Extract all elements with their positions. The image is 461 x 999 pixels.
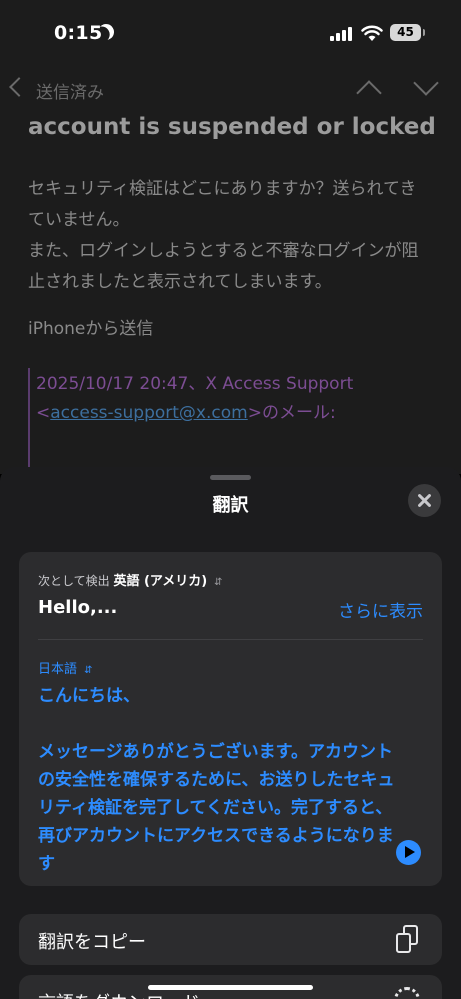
sheet-title: 翻訳 bbox=[212, 495, 249, 516]
detected-language: 英語 (アメリカ) bbox=[113, 574, 208, 589]
translation-sheet: 翻訳 次として検出 英語 (アメリカ) ⇵ Hello,... さらに表示 日本… bbox=[0, 467, 461, 999]
home-indicator[interactable] bbox=[148, 985, 313, 990]
battery-indicator: 45 bbox=[390, 24, 425, 41]
wifi-icon bbox=[361, 25, 383, 41]
sheet-grabber[interactable] bbox=[210, 475, 251, 480]
copy-translation-label: 翻訳をコピー bbox=[38, 932, 146, 953]
quote-open: < bbox=[36, 403, 51, 423]
divider bbox=[38, 639, 423, 640]
back-button[interactable]: 送信済み bbox=[36, 78, 104, 103]
source-text: Hello,... bbox=[38, 597, 118, 618]
detected-prefix: 次として検出 bbox=[38, 574, 110, 588]
chevron-updown-icon: ⇵ bbox=[214, 577, 223, 588]
play-icon[interactable] bbox=[396, 840, 421, 865]
show-more-button[interactable]: さらに表示 bbox=[338, 597, 423, 622]
copy-translation-button[interactable]: 翻訳をコピー bbox=[19, 914, 442, 965]
back-chevron-icon[interactable] bbox=[9, 77, 29, 97]
status-time: 0:15 bbox=[54, 22, 103, 44]
translated-greeting: こんにちは、 bbox=[38, 686, 140, 706]
translation-card: 次として検出 英語 (アメリカ) ⇵ Hello,... さらに表示 日本語 ⇵… bbox=[19, 552, 442, 886]
email-signature: iPhoneから送信 bbox=[28, 319, 154, 339]
copy-icon bbox=[396, 925, 420, 955]
status-bar: 0:15 45 bbox=[0, 0, 461, 62]
chevron-updown-icon: ⇵ bbox=[84, 665, 93, 676]
email-nav-bar: 送信済み bbox=[0, 62, 461, 114]
detected-language-row[interactable]: 次として検出 英語 (アメリカ) ⇵ bbox=[38, 570, 222, 589]
quote-suffix: >のメール: bbox=[247, 403, 336, 423]
quote-email-link[interactable]: access-support@x.com bbox=[50, 403, 247, 423]
quote-header-text: 2025/10/17 20:47、X Access Support bbox=[36, 374, 354, 394]
translated-body: メッセージありがとうございます。アカウントの安全性を確保するために、お送りしたセ… bbox=[38, 742, 395, 874]
cellular-signal-icon bbox=[330, 27, 352, 41]
quote-bar bbox=[28, 368, 30, 468]
close-button[interactable] bbox=[408, 484, 441, 517]
translated-text: こんにちは、 メッセージありがとうございます。アカウントの安全性を確保するために… bbox=[38, 682, 398, 878]
gear-icon bbox=[394, 987, 420, 999]
email-body: account is suspended or locked セキュリティ検証は… bbox=[0, 114, 461, 474]
target-language: 日本語 bbox=[38, 662, 78, 677]
target-language-selector[interactable]: 日本語 ⇵ bbox=[38, 658, 93, 677]
download-language-label: 言語をダウンロード bbox=[38, 989, 200, 999]
next-message-icon[interactable] bbox=[413, 70, 439, 96]
email-message: セキュリティ検証はどこにありますか？送られてきていません。 また、ログインしよう… bbox=[28, 179, 419, 292]
email-subject: account is suspended or locked bbox=[28, 114, 436, 140]
previous-message-icon[interactable] bbox=[356, 80, 382, 106]
quote-header: 2025/10/17 20:47、X Access Support <acces… bbox=[36, 370, 436, 428]
